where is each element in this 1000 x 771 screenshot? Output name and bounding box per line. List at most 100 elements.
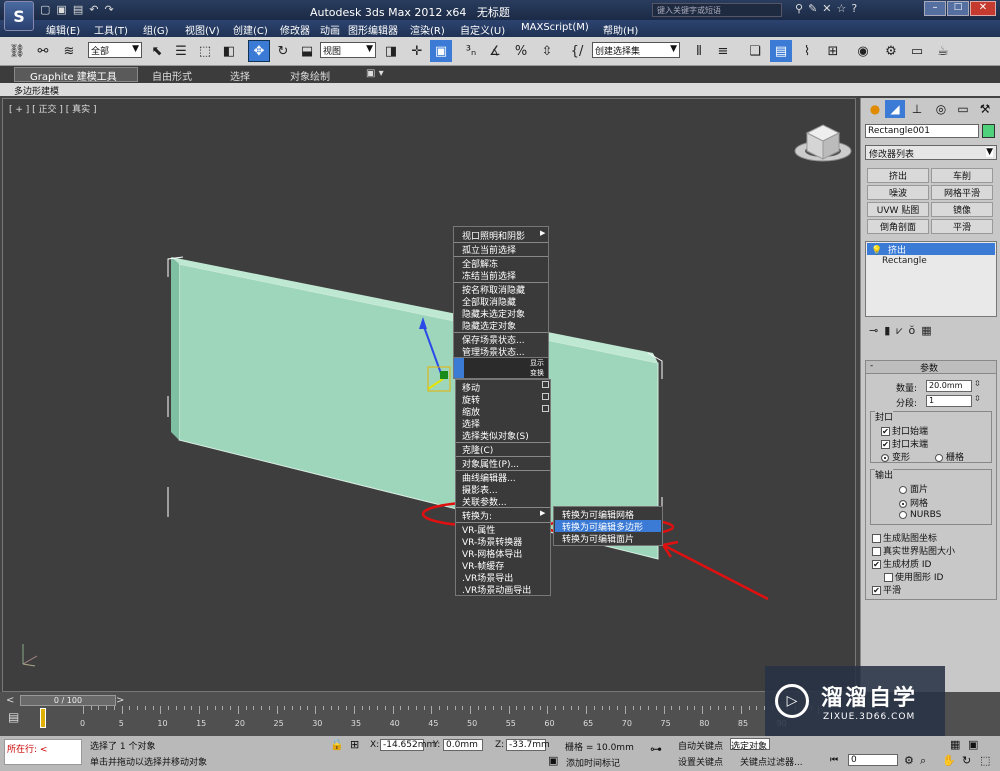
ribbon-tab-graphite[interactable]: Graphite 建模工具 — [30, 68, 117, 83]
cap-end-checkbox[interactable]: ✔ 封口末端 — [881, 437, 928, 450]
submenu-convert-poly[interactable]: 转换为可编辑多边形 — [562, 520, 643, 533]
quad-item-vr-frame-buffer[interactable]: VR-帧缓存 — [462, 559, 504, 572]
layer-manager-icon[interactable]: ❏ — [744, 40, 766, 62]
make-unique-icon[interactable]: ⩗ — [896, 324, 908, 337]
modifier-list-dropdown[interactable]: 修改器列表 ▼ — [865, 145, 997, 160]
key-filters-button[interactable]: 关键点过滤器... — [740, 755, 803, 768]
menu-animation[interactable]: 动画 — [320, 22, 340, 37]
add-time-tag-icon[interactable]: ▣ — [548, 754, 558, 767]
modifier-button-smooth[interactable]: 平滑 — [931, 219, 993, 234]
rotate-settings-icon[interactable] — [542, 393, 549, 400]
spinner-snap-icon[interactable]: ⇳ — [536, 40, 558, 62]
quad-item-viewport-lighting[interactable]: 视口照明和阴影 — [462, 229, 525, 242]
bind-space-warp-icon[interactable]: ≋ — [58, 40, 80, 62]
reference-coord-dropdown[interactable]: 视图 ▼ — [320, 42, 376, 58]
align-icon[interactable]: ≡ — [712, 40, 734, 62]
link-icon[interactable]: ⛓ — [6, 40, 28, 62]
scale-settings-icon[interactable] — [542, 405, 549, 412]
quad-item-unhide-all[interactable]: 全部取消隐藏 — [462, 295, 516, 308]
pan-view-icon[interactable]: ✋ — [942, 754, 956, 767]
keyboard-shortcut-override-icon[interactable]: ▣ — [430, 40, 452, 62]
binoculars-icon[interactable]: ⚲ — [795, 2, 808, 15]
amount-spinner[interactable]: ⇳ — [974, 379, 981, 388]
maximize-viewport-icon[interactable]: ⬚ — [980, 754, 990, 767]
pivot-center-icon[interactable]: ◨ — [380, 40, 402, 62]
selected-dropdown[interactable]: 选定对象 — [730, 738, 770, 752]
lightbulb-icon[interactable]: 💡 — [871, 246, 882, 256]
ribbon-tab-freeform[interactable]: 自由形式 — [152, 68, 192, 83]
graphite-toggle-icon[interactable]: ▤ — [770, 40, 792, 62]
quad-item-clone[interactable]: 克隆(C) — [462, 443, 493, 456]
display-tab-icon[interactable]: ▭ — [953, 100, 973, 118]
submenu-convert-mesh[interactable]: 转换为可编辑网格 — [562, 508, 634, 521]
schematic-view-icon[interactable]: ⊞ — [822, 40, 844, 62]
quad-item-wire-parameters[interactable]: 关联参数... — [462, 495, 507, 508]
segments-input[interactable]: 1 — [926, 395, 972, 407]
quad-item-scale[interactable]: 缩放 — [462, 405, 480, 418]
quad-item-convert-to[interactable]: 转换为: — [462, 509, 492, 522]
menu-customize[interactable]: 自定义(U) — [460, 22, 505, 37]
menu-group[interactable]: 组(G) — [143, 22, 169, 37]
use-shape-ids-checkbox[interactable]: 使用图形 ID — [884, 570, 943, 583]
ribbon-tab-object-paint[interactable]: 对象绘制 — [290, 68, 330, 83]
quad-item-vr-scene-export[interactable]: .VR场景导出 — [462, 571, 513, 584]
quad-item-isolate[interactable]: 孤立当前选择 — [462, 243, 516, 256]
menu-graph-editors[interactable]: 图形编辑器 — [348, 22, 398, 37]
rect-selection-icon[interactable]: ⬚ — [194, 40, 216, 62]
smooth-checkbox[interactable]: ✔ 平滑 — [872, 583, 901, 596]
patch-radio[interactable]: 面片 — [899, 482, 928, 495]
quad-item-manage-scene-state[interactable]: 管理场景状态... — [462, 345, 525, 358]
named-selection-dropdown[interactable]: 创建选择集 ▼ — [592, 42, 680, 58]
quad-item-dope-sheet[interactable]: 摄影表... — [462, 483, 498, 496]
orbit-icon[interactable]: ↻ — [962, 754, 971, 767]
ribbon-options-icon[interactable]: ▣ ▾ — [366, 68, 384, 79]
create-tab-icon[interactable]: ● — [865, 100, 885, 118]
rendered-frame-window-icon[interactable]: ▭ — [906, 40, 928, 62]
modifier-button-uvw-map[interactable]: UVW 贴图 — [867, 202, 929, 217]
unlink-icon[interactable]: ⚯ — [32, 40, 54, 62]
communication-icon[interactable]: ✕ — [822, 2, 836, 15]
app-logo-icon[interactable]: S — [4, 1, 34, 31]
quad-item-object-properties[interactable]: 对象属性(P)... — [462, 457, 519, 470]
zoom-icon[interactable]: ⌕ — [920, 754, 926, 768]
menu-edit[interactable]: 编辑(E) — [46, 22, 80, 37]
move-settings-icon[interactable] — [542, 381, 549, 388]
rollout-header[interactable]: - 参数 — [866, 361, 996, 374]
y-coord-input[interactable]: 0.0mm — [443, 739, 483, 751]
select-object-icon[interactable]: ⬉ — [146, 40, 168, 62]
material-editor-icon[interactable]: ◉ — [852, 40, 874, 62]
search-input[interactable]: 键入关键字或短语 — [652, 3, 782, 17]
select-manipulate-icon[interactable]: ✛ — [406, 40, 428, 62]
select-and-move-icon[interactable]: ✥ — [248, 40, 270, 62]
auto-key-button[interactable]: 自动关键点 — [678, 739, 723, 752]
subscription-icon[interactable]: ✎ — [808, 2, 822, 15]
quad-item-curve-editor[interactable]: 曲线编辑器... — [462, 471, 516, 484]
redo-icon[interactable]: ↷ — [104, 3, 119, 16]
modify-tab-icon[interactable]: ◢ — [885, 100, 905, 118]
edit-named-selection-icon[interactable]: {/ — [566, 40, 588, 62]
utilities-tab-icon[interactable]: ⚒ — [975, 100, 995, 118]
submenu-convert-patch[interactable]: 转换为可编辑面片 — [562, 532, 634, 545]
quad-item-vr-properties[interactable]: VR-属性 — [462, 523, 495, 536]
grid-radio[interactable]: 栅格 — [935, 450, 964, 463]
window-crossing-icon[interactable]: ◧ — [218, 40, 240, 62]
menu-rendering[interactable]: 渲染(R) — [410, 22, 445, 37]
quad-item-unhide-by-name[interactable]: 按名称取消隐藏 — [462, 283, 525, 296]
ribbon-subtab-polygon-modeling[interactable]: 多边形建模 — [14, 84, 59, 97]
goto-start-icon[interactable]: ⏮ — [830, 755, 838, 765]
amount-input[interactable]: 20.0mm — [926, 380, 972, 392]
nurbs-radio[interactable]: NURBS — [899, 510, 941, 520]
select-and-scale-icon[interactable]: ⬓ — [296, 40, 318, 62]
hierarchy-tab-icon[interactable]: ⊥ — [907, 100, 927, 118]
open-file-icon[interactable]: ▣ — [56, 3, 72, 16]
help-icon[interactable]: ? — [851, 2, 862, 15]
quad-item-move[interactable]: 移动 — [462, 381, 480, 394]
snaps-toggle-icon[interactable]: ³ₙ — [460, 40, 482, 62]
x-coord-input[interactable]: -14.652mm — [380, 739, 435, 751]
configure-sets-icon[interactable]: ▦ — [921, 324, 937, 337]
new-file-icon[interactable]: ▢ — [40, 3, 56, 16]
quad-item-select[interactable]: 选择 — [462, 417, 480, 430]
favorites-icon[interactable]: ☆ — [837, 2, 852, 15]
object-name-field[interactable]: Rectangle001 — [865, 124, 979, 138]
close-button[interactable]: ✕ — [970, 1, 996, 16]
